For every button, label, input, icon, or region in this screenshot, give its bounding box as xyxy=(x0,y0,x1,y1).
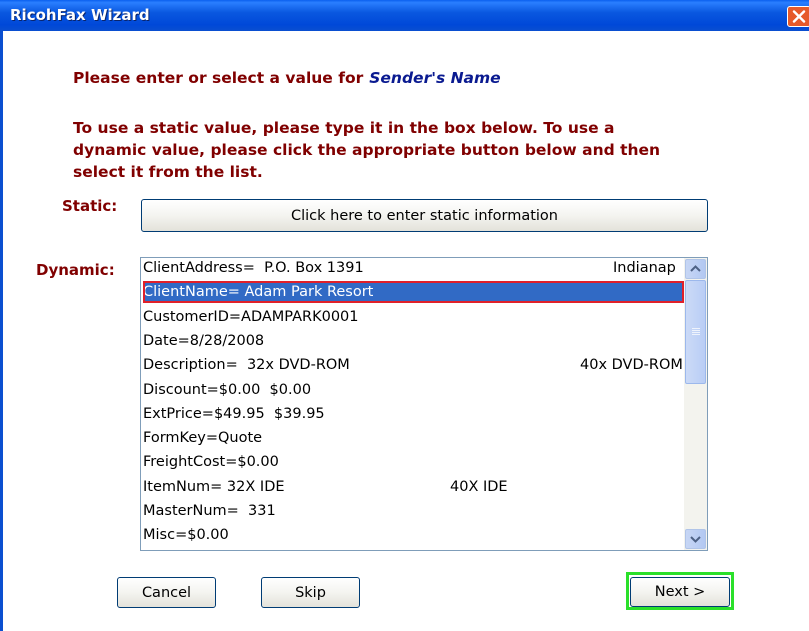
list-item[interactable]: ClientName= Adam Park Resort xyxy=(143,281,684,304)
list-item[interactable]: Date=8/28/2008 xyxy=(143,330,684,352)
list-item[interactable]: ItemNum= 32X IDE 40X IDE xyxy=(143,476,684,498)
list-item-text: ClientAddress= P.O. Box 1391 xyxy=(143,260,364,276)
list-item-text: FormKey=Quote xyxy=(143,430,263,447)
scroll-down-button[interactable] xyxy=(685,529,706,549)
list-item-value: 40X IDE xyxy=(450,478,508,495)
list-item-text: CustomerID=ADAMPARK0001 xyxy=(143,308,359,325)
close-button[interactable] xyxy=(787,6,809,27)
list-item[interactable]: CustomerID=ADAMPARK0001 xyxy=(143,306,684,328)
list-item-text: FreightCost=$0.00 xyxy=(143,454,279,471)
instructions-text: To use a static value, please type it in… xyxy=(73,117,660,183)
list-item[interactable]: FormKey=Quote xyxy=(143,427,684,449)
list-item[interactable]: FreightCost=$0.00 xyxy=(143,451,684,473)
field-name: Sender's Name xyxy=(369,69,501,87)
list-item-value: Indianap xyxy=(613,260,676,276)
static-info-button[interactable]: Click here to enter static information xyxy=(141,199,708,232)
list-item-text: Misc=$0.00 xyxy=(143,527,229,544)
dynamic-list[interactable]: ClientAddress= P.O. Box 1391 Indianap Clie… xyxy=(140,257,708,551)
static-info-button-label: Click here to enter static information xyxy=(290,207,558,224)
vertical-scrollbar[interactable] xyxy=(684,258,707,550)
list-item-text: ItemNum= 32X IDE xyxy=(143,478,285,495)
list-item[interactable]: Misc=$0.00 xyxy=(143,524,684,546)
list-item[interactable]: ClientAddress= P.O. Box 1391 Indianap xyxy=(143,258,684,279)
list-item-text: Discount=$0.00 $0.00 xyxy=(143,381,312,398)
dynamic-label: Dynamic: xyxy=(36,261,115,279)
scroll-up-button[interactable] xyxy=(685,259,706,279)
list-item[interactable]: Discount=$0.00 $0.00 xyxy=(143,379,684,401)
chevron-up-icon xyxy=(690,265,701,272)
list-item-text: Date=8/28/2008 xyxy=(143,332,265,349)
window-title: RicohFax Wizard xyxy=(10,6,150,24)
skip-button[interactable]: Skip xyxy=(261,577,360,608)
list-item[interactable]: ExtPrice=$49.95 $39.95 xyxy=(143,403,684,425)
instruction-line: dynamic value, please click the appropri… xyxy=(73,141,661,159)
prompt-text: Please enter or select a value for xyxy=(73,69,364,87)
cancel-button-label: Cancel xyxy=(141,584,192,601)
title-bar: RicohFax Wizard xyxy=(0,0,809,31)
list-item-value: 40x DVD-ROM xyxy=(580,357,683,374)
list-item-text: ExtPrice=$49.95 $39.95 xyxy=(143,405,325,422)
prompt-line: Please enter or select a value for Sender… xyxy=(73,67,501,89)
list-item-text: ClientName= Adam Park Resort xyxy=(143,284,374,301)
scrollbar-thumb[interactable] xyxy=(685,280,706,384)
instruction-line: To use a static value, please type it in… xyxy=(73,119,615,137)
static-label: Static: xyxy=(62,197,118,215)
next-button-highlight xyxy=(626,572,734,610)
list-item-text: Description= 32x DVD-ROM xyxy=(143,357,350,374)
list-item-text: MasterNum= 331 xyxy=(143,503,276,519)
list-item[interactable]: MasterNum= 331 xyxy=(143,500,684,522)
list-item[interactable]: Description= 32x DVD-ROM 40x DVD-ROM xyxy=(143,354,684,376)
chevron-down-icon xyxy=(690,536,701,543)
close-icon xyxy=(792,10,806,23)
instruction-line: select it from the list. xyxy=(73,163,263,181)
skip-button-label: Skip xyxy=(295,584,326,601)
cancel-button[interactable]: Cancel xyxy=(117,577,216,608)
